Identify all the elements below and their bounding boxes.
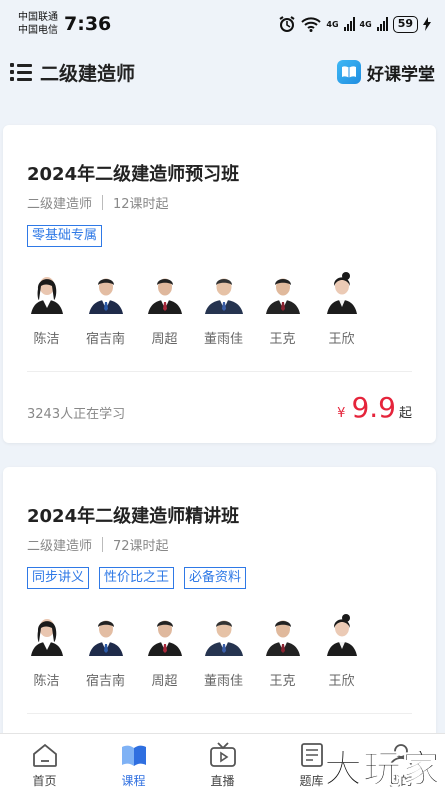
course-title[interactable]: 2024年二级建造师预习班 xyxy=(27,160,239,186)
book-icon xyxy=(121,745,146,766)
teacher-name: 宿吉南 xyxy=(85,332,125,347)
course-lessons: 72课时起 xyxy=(113,539,169,554)
teacher[interactable]: 陈洁 xyxy=(17,610,76,689)
teacher-name: 宿吉南 xyxy=(85,674,125,689)
teacher[interactable]: 宿吉南 xyxy=(76,268,135,347)
divider xyxy=(27,371,412,372)
tab-live[interactable]: 直播 xyxy=(178,734,267,795)
carrier-2: 中国电信 xyxy=(18,25,58,36)
teacher[interactable]: 王欣 xyxy=(312,268,371,347)
course-tags: 零基础专属 xyxy=(27,225,103,247)
teacher-avatar xyxy=(326,272,357,314)
teacher-name: 陈洁 xyxy=(33,332,60,347)
course-tag: 零基础专属 xyxy=(27,225,103,247)
app-header: 二级建造师 好课学堂 xyxy=(0,50,445,94)
charging-icon xyxy=(423,17,431,31)
signal-1-icon xyxy=(343,17,355,31)
teacher[interactable]: 王克 xyxy=(253,268,312,347)
teacher-list: 陈洁 宿吉南 周超 董雨佳 王克 王欣 xyxy=(17,610,427,689)
alarm-icon xyxy=(279,16,295,32)
price-suffix: 起 xyxy=(398,406,412,421)
menu-icon[interactable] xyxy=(10,63,32,81)
course-tag: 同步讲义 xyxy=(27,567,90,589)
carrier-info: 中国联通 中国电信 xyxy=(18,11,58,37)
teacher-avatar xyxy=(30,277,63,314)
battery-level: 59 xyxy=(392,15,418,33)
status-bar: 中国联通 中国电信 7:36 4G 4G 59 xyxy=(0,0,445,48)
course-tag: 必备资料 xyxy=(184,567,247,589)
teacher-avatar xyxy=(88,620,123,656)
teacher-avatar xyxy=(265,620,300,656)
course-meta: 二级建造师 72课时起 xyxy=(27,535,169,554)
course-tags: 同步讲义 性价比之王 必备资料 xyxy=(27,567,247,589)
tv-icon xyxy=(209,742,236,767)
teacher-avatar xyxy=(204,620,243,656)
network-type-1: 4G xyxy=(326,19,339,29)
price-currency: ¥ xyxy=(337,406,346,421)
question-bank-icon xyxy=(300,743,323,767)
watermark: 大玩家 xyxy=(323,747,441,792)
divider xyxy=(27,713,412,714)
course-lessons: 12课时起 xyxy=(113,197,169,212)
teacher[interactable]: 董雨佳 xyxy=(194,610,253,689)
price-value: 9.9 xyxy=(351,391,396,424)
network-type-2: 4G xyxy=(359,19,372,29)
teacher-avatar xyxy=(204,278,243,314)
teacher[interactable]: 陈洁 xyxy=(17,268,76,347)
teacher[interactable]: 王克 xyxy=(253,610,312,689)
brand-logo-icon xyxy=(337,60,361,84)
teacher-name: 周超 xyxy=(151,674,178,689)
brand-name: 好课学堂 xyxy=(367,64,435,85)
course-title[interactable]: 2024年二级建造师精讲班 xyxy=(27,502,239,528)
price: ¥ 9.9 起 xyxy=(337,391,412,424)
tab-label: 首页 xyxy=(32,774,57,788)
course-meta: 二级建造师 12课时起 xyxy=(27,193,169,212)
teacher-avatar xyxy=(88,278,123,314)
wifi-icon xyxy=(301,17,322,32)
tab-label: 直播 xyxy=(210,774,235,788)
status-icons: 4G 4G 59 xyxy=(278,15,431,33)
clock: 7:36 xyxy=(64,13,112,35)
teacher[interactable]: 宿吉南 xyxy=(76,610,135,689)
course-category: 二级建造师 xyxy=(27,197,93,212)
learner-count: 3243人正在学习 xyxy=(27,407,126,422)
course-category: 二级建造师 xyxy=(27,539,93,554)
teacher-name: 董雨佳 xyxy=(203,674,243,689)
teacher[interactable]: 王欣 xyxy=(312,610,371,689)
teacher-avatar xyxy=(147,620,182,656)
tab-label: 题库 xyxy=(299,774,324,788)
tab-label: 课程 xyxy=(121,774,146,788)
tab-courses[interactable]: 课程 xyxy=(89,734,178,795)
teacher-name: 董雨佳 xyxy=(203,332,243,347)
category-title[interactable]: 二级建造师 xyxy=(40,59,135,86)
course-card[interactable]: 2024年二级建造师精讲班 二级建造师 72课时起 同步讲义 性价比之王 必备资… xyxy=(3,467,436,757)
teacher[interactable]: 周超 xyxy=(135,610,194,689)
teacher-avatar xyxy=(326,614,357,656)
teacher[interactable]: 周超 xyxy=(135,268,194,347)
teacher-name: 陈洁 xyxy=(33,674,60,689)
carrier-1: 中国联通 xyxy=(18,12,58,23)
teacher-avatar xyxy=(265,278,300,314)
teacher-list: 陈洁 宿吉南 周超 董雨佳 王克 王欣 xyxy=(17,268,427,347)
teacher-name: 王克 xyxy=(269,674,296,689)
course-tag: 性价比之王 xyxy=(99,567,175,589)
teacher-name: 王克 xyxy=(269,332,296,347)
signal-2-icon xyxy=(376,17,388,31)
brand: 好课学堂 xyxy=(337,60,435,85)
home-icon xyxy=(32,743,57,767)
teacher-avatar xyxy=(30,619,63,656)
teacher-name: 王欣 xyxy=(328,674,355,689)
tab-home[interactable]: 首页 xyxy=(0,734,89,795)
teacher[interactable]: 董雨佳 xyxy=(194,268,253,347)
course-card[interactable]: 2024年二级建造师预习班 二级建造师 12课时起 零基础专属 陈洁 宿吉南 周… xyxy=(3,125,436,443)
teacher-name: 王欣 xyxy=(328,332,355,347)
teacher-avatar xyxy=(147,278,182,314)
teacher-name: 周超 xyxy=(151,332,178,347)
